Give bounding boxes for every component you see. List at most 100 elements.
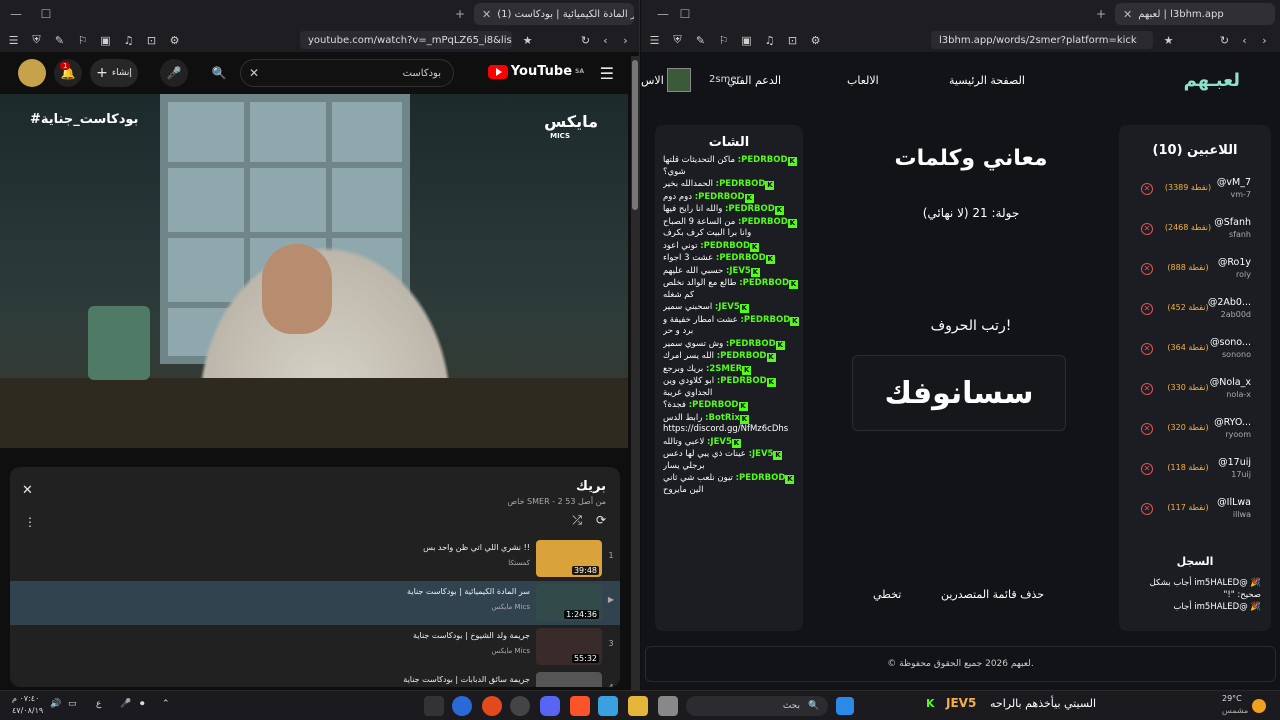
maximize-icon[interactable]: ☐ [673,2,697,26]
chevron-up-icon[interactable]: ⌃ [162,699,170,709]
site-logo[interactable]: لعبـهم [1184,70,1240,91]
sidebar-icon[interactable]: ▣ [96,31,115,50]
reload-icon[interactable]: ↻ [576,31,595,50]
remove-player-icon[interactable]: ✕ [1141,183,1153,195]
chat-username[interactable]: BotRix: [705,413,740,423]
taskview-icon[interactable] [658,696,678,716]
chat-username[interactable]: PEDRBOD: [736,473,786,483]
new-tab-icon[interactable]: + [1089,2,1113,26]
remove-player-icon[interactable]: ✕ [1141,303,1153,315]
language-indicator[interactable]: ع [96,699,101,709]
taskbar-search[interactable]: 🔍 بحث [686,696,828,716]
screenshot-icon[interactable]: ⊡ [783,31,802,50]
chat-username[interactable]: PEDRBOD: [717,351,767,361]
chat-username[interactable]: 2SMER: [706,364,742,374]
chat-username[interactable]: JEV5: [715,302,740,312]
screenshot-icon[interactable]: ⊡ [142,31,161,50]
sidebar-icon[interactable]: ▣ [737,31,756,50]
remove-player-icon[interactable]: ✕ [1141,263,1153,275]
search-input[interactable]: ✕ بودكاست [240,59,454,87]
store-icon[interactable] [598,696,618,716]
chat-username[interactable]: JEV5: [726,266,751,276]
music-icon[interactable]: ♫ [760,31,779,50]
puzzle-icon[interactable]: ✎ [691,31,710,50]
extensions-icon[interactable]: ⚙ [165,31,184,50]
search-icon[interactable]: 🔍 [205,59,233,87]
nav-link-support[interactable]: الدعم الفني [727,74,781,87]
forward-icon[interactable]: › [1255,31,1274,50]
mic-icon[interactable]: 🎤 [120,699,131,709]
menu-icon[interactable]: ☰ [4,31,23,50]
remove-player-icon[interactable]: ✕ [1141,383,1153,395]
nav-link-partial[interactable]: الاس [641,74,664,87]
chat-username[interactable]: JEV5: [749,449,774,459]
bookmark-star-icon[interactable]: ★ [518,31,537,50]
forward-icon[interactable]: › [616,31,635,50]
playlist-item[interactable]: 4 جريمة سائق الدبابات | بودكاست جناية [10,669,620,687]
playlist-item[interactable]: 1 39:48 نشري اللي اتي ظن واحد بس !! كمست… [10,537,620,581]
menu-icon[interactable]: ☰ [645,31,664,50]
minimize-icon[interactable]: — [4,2,28,26]
chat-username[interactable]: PEDRBOD: [716,179,766,189]
record-icon[interactable]: ⏺ [140,699,145,709]
more-icon[interactable]: ⋮ [24,515,36,529]
app-icon[interactable] [482,696,502,716]
maximize-icon[interactable]: ☐ [34,2,58,26]
nav-link-games[interactable]: الالعاب [847,74,879,87]
chat-username[interactable]: PEDRBOD: [725,204,775,214]
shield-icon[interactable]: ⛨ [668,31,687,50]
bookmark-star-icon[interactable]: ★ [1159,31,1178,50]
close-icon[interactable]: ✕ [1123,8,1132,21]
weather-temp[interactable]: 29°C [1222,694,1242,703]
remove-player-icon[interactable]: ✕ [1141,423,1153,435]
music-icon[interactable]: ♫ [119,31,138,50]
puzzle-icon[interactable]: ✎ [50,31,69,50]
avatar[interactable] [18,59,46,87]
video-player[interactable]: #بودكاست_جناية مايكس MICS [0,94,628,448]
menu-icon[interactable]: ☰ [600,64,614,83]
clear-icon[interactable]: ✕ [249,66,259,80]
address-bar[interactable]: youtube.com/watch?v=_mPqLZ65_i8&list... [300,31,512,49]
clock-date[interactable]: ٤٧/٠٨/١٩ [12,706,43,715]
youtube-logo[interactable]: YouTube SA [487,64,584,79]
nav-link-home[interactable]: الصفحة الرئيسية [949,74,1025,87]
chat-username[interactable]: PEDRBOD: [716,253,766,263]
clear-leaderboard-button[interactable]: حذف قائمة المتصدرين [941,588,1044,601]
folder-icon[interactable] [628,696,648,716]
brave-icon[interactable] [570,696,590,716]
tab-youtube[interactable]: ✕ (1) سر المادة الكيميائية | بودكاست... [474,3,634,25]
shield-icon[interactable]: ⛨ [27,31,46,50]
avatar[interactable] [667,68,691,92]
bookmark-icon[interactable]: ⚐ [714,31,733,50]
chat-username[interactable]: PEDRBOD: [738,155,788,165]
chat-username[interactable]: PEDRBOD: [726,339,776,349]
chat-username[interactable]: PEDRBOD: [738,217,788,227]
create-button[interactable]: + إنشاء [90,59,138,87]
playlist-item[interactable]: 3 55:32 جريمة ولد الشيوخ | بودكاست جناية… [10,625,620,669]
back-icon[interactable]: ‹ [1235,31,1254,50]
network-icon[interactable]: ▭ [68,699,77,709]
close-icon[interactable]: ✕ [22,483,33,498]
voice-search-icon[interactable]: 🎤 [160,59,188,87]
new-tab-icon[interactable]: + [448,2,472,26]
clock-time[interactable]: ٠٧:٤٠ م [12,694,39,703]
speaker-icon[interactable]: 🔊 [50,699,61,709]
close-icon[interactable]: ✕ [482,8,491,21]
chat-username[interactable]: PEDRBOD: [700,241,750,251]
skip-button[interactable]: تخطي [873,588,901,601]
extensions-icon[interactable]: ⚙ [806,31,825,50]
chat-username[interactable]: JEV5: [707,437,732,447]
steam-icon[interactable] [510,696,530,716]
remove-player-icon[interactable]: ✕ [1141,463,1153,475]
scrollbar[interactable] [631,56,639,690]
chat-username[interactable]: PEDRBOD: [740,315,790,325]
address-bar[interactable]: l3bhm.app/words/2smer?platform=kick [931,31,1153,49]
epic-icon[interactable] [424,696,444,716]
news-ticker[interactable]: السيتي بيأخذهم بالراحه [990,697,1096,710]
back-icon[interactable]: ‹ [596,31,615,50]
chat-username[interactable]: PEDRBOD: [717,376,767,386]
chrome-icon[interactable] [452,696,472,716]
bookmark-icon[interactable]: ⚐ [73,31,92,50]
chat-username[interactable]: PEDRBOD: [739,278,789,288]
playlist-item-active[interactable]: ▶ 1:24:36 سر المادة الكيميائية | بودكاست… [10,581,620,625]
